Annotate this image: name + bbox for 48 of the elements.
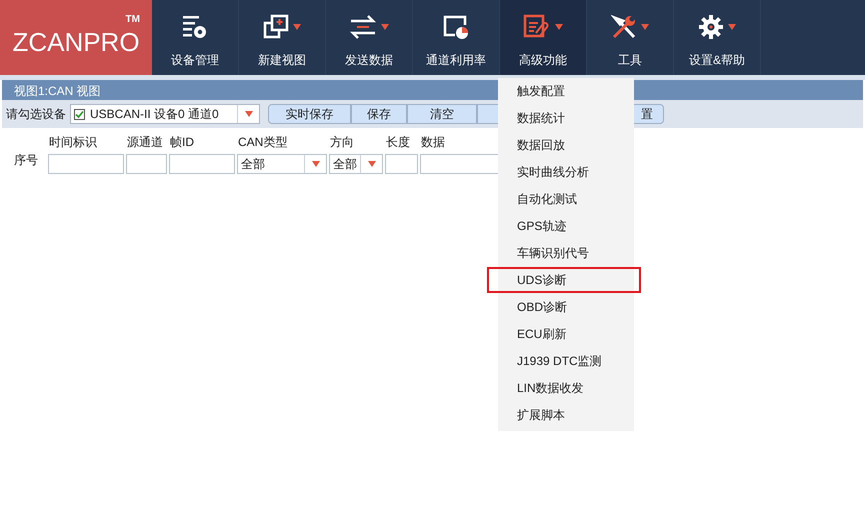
menu-item[interactable]: 车辆识别代号	[498, 245, 589, 262]
trademark-mark: TM	[126, 14, 140, 25]
menu-item[interactable]: 扩展脚本	[498, 407, 565, 424]
menu-item[interactable]: LIN数据收发	[498, 380, 584, 397]
menu-item[interactable]: 数据回放	[498, 137, 565, 154]
menu-item[interactable]: 实时曲线分析	[498, 164, 589, 181]
column-header: 方向	[329, 134, 355, 151]
arrows-icon	[349, 14, 377, 40]
menu-item[interactable]: 自动化测试	[498, 191, 577, 208]
toolbar-button[interactable]: 清空	[407, 104, 477, 124]
filter-field[interactable]	[48, 154, 124, 174]
dropdown-caret-icon	[312, 161, 320, 167]
menu-item[interactable]: UDS诊断	[498, 272, 566, 289]
list-gear-icon	[182, 14, 208, 40]
column-header: 序号	[13, 152, 39, 168]
device-label: 请勾选设备	[6, 106, 66, 122]
device-name: USBCAN-II 设备0 通道0	[90, 106, 220, 122]
column-header: 源通道	[126, 134, 164, 151]
document-clip-icon	[523, 14, 551, 40]
dropdown-caret-icon	[244, 111, 252, 117]
column-header: 帧ID	[169, 134, 195, 151]
filter-field[interactable]	[420, 154, 500, 174]
menu-item[interactable]: GPS轨迹	[498, 218, 566, 235]
hammer-wrench-icon	[611, 14, 637, 40]
chart-window-icon	[443, 14, 469, 40]
menu-item[interactable]: OBD诊断	[498, 299, 568, 316]
column-header: 长度	[385, 134, 411, 151]
toolbar-button[interactable]: 高级功能	[500, 0, 587, 75]
device-dropdown[interactable]: USBCAN-II 设备0 通道0	[70, 104, 260, 124]
filter-field[interactable]	[385, 154, 418, 174]
filter-field[interactable]	[126, 154, 167, 174]
filter-dropdown[interactable]: 全部	[329, 154, 383, 174]
filter-dropdown[interactable]: 全部	[237, 154, 327, 174]
menu-item[interactable]: ECU刷新	[498, 326, 566, 343]
menu-item[interactable]: 触发配置	[498, 83, 565, 100]
filter-field[interactable]	[169, 154, 235, 174]
toolbar-button[interactable]: 保存	[351, 104, 407, 124]
column-header: 数据	[420, 134, 446, 151]
logo-text: ZCANPRO	[12, 27, 140, 58]
windows-icon	[263, 14, 289, 40]
menu-item[interactable]: 数据统计	[498, 110, 565, 127]
checkbox[interactable]	[74, 108, 85, 120]
column-header: 时间标识	[48, 134, 98, 151]
menu-item[interactable]: J1939 DTC监测	[498, 353, 602, 370]
gear-icon	[698, 14, 724, 40]
toolbar-button[interactable]: 实时保存	[268, 104, 351, 124]
column-header: CAN类型	[237, 134, 288, 151]
dropdown-caret-icon	[368, 161, 376, 167]
